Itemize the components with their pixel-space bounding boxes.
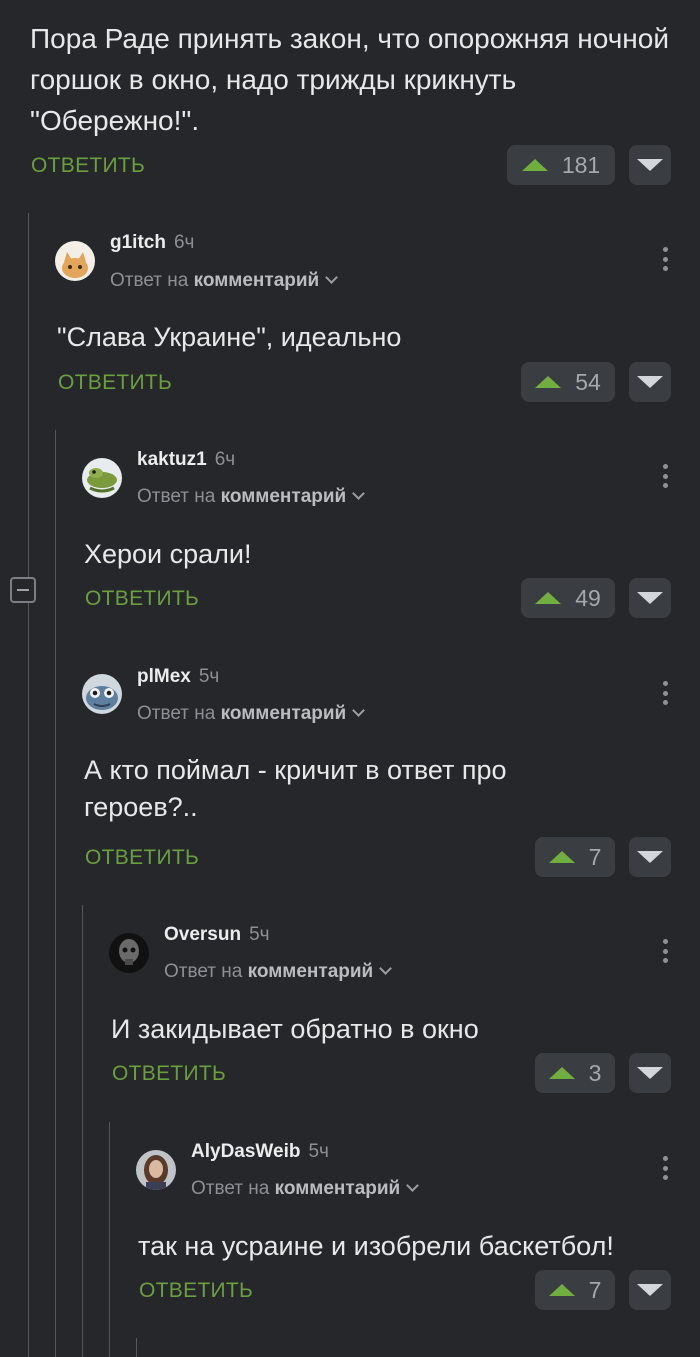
thread-line-level-2 [55,430,56,1357]
thread-line-level-1 [28,213,29,1357]
lizard-avatar-icon [82,458,122,498]
reply-to-target[interactable]: комментарий [221,486,347,507]
upvote-arrow-icon [535,376,562,388]
comment-time: 5ч [198,666,220,687]
vote-count: 7 [588,843,602,870]
downvote-button[interactable] [629,362,671,402]
upvote-arrow-icon [535,592,562,604]
comment-time: 6ч [173,232,195,253]
comment-text: А кто поймал - кричит в ответ про героев… [84,755,507,822]
avatar[interactable] [136,1150,176,1190]
comment-text: так на усраине и изобрели баскетбол! [138,1231,614,1261]
reply-to-target[interactable]: комментарий [248,961,374,982]
reply-to-link[interactable]: Ответ на комментарий [110,270,339,292]
comment-text: И закидывает обратно в окно [111,1014,479,1044]
thread-line-level-5 [136,1338,137,1357]
avatar[interactable] [82,674,122,714]
downvote-button[interactable] [629,578,671,618]
upvote-button[interactable]: 7 [535,837,615,877]
comment-time: 6ч [214,449,236,470]
avatar[interactable] [82,458,122,498]
skull-avatar-icon [109,933,149,973]
reply-to-target[interactable]: комментарий [275,1178,401,1199]
reply-to-prefix: Ответ на [191,1178,270,1199]
creature-avatar-icon [82,674,122,714]
downvote-button[interactable] [629,1270,671,1310]
downvote-arrow-icon [637,376,663,388]
more-options-icon[interactable] [655,244,675,274]
upvote-arrow-icon [548,1067,575,1079]
downvote-button[interactable] [629,837,671,877]
chevron-down-icon [352,487,366,500]
downvote-arrow-icon [637,592,663,604]
reply-to-link[interactable]: Ответ на комментарий [137,703,366,725]
parent-comment-text: Пора Раде принять закон, что опорожняя н… [30,23,669,136]
upvote-button[interactable]: 49 [521,578,615,618]
reply-button[interactable]: ОТВЕТИТЬ [85,846,199,870]
reply-to-target[interactable]: комментарий [221,703,347,724]
upvote-arrow-icon [521,159,548,171]
downvote-arrow-icon [637,159,663,171]
avatar[interactable] [55,241,95,281]
reply-to-link[interactable]: Ответ на комментарий [137,486,366,508]
upvote-button[interactable]: 7 [535,1270,615,1310]
chevron-down-icon [352,704,366,717]
reply-button[interactable]: ОТВЕТИТЬ [31,154,145,178]
more-options-icon[interactable] [655,936,675,966]
downvote-arrow-icon [637,1067,663,1079]
upvote-button[interactable]: 3 [535,1053,615,1093]
reply-to-link[interactable]: Ответ на комментарий [164,961,393,983]
more-options-icon[interactable] [655,461,675,491]
thread-line-level-3 [82,905,83,1357]
vote-count: 54 [575,368,601,395]
upvote-button[interactable]: 181 [507,145,615,185]
cat-avatar-icon [55,241,95,281]
vote-count: 49 [575,584,601,611]
reply-button[interactable]: ОТВЕТИТЬ [112,1062,226,1086]
downvote-button[interactable] [629,1053,671,1093]
collapse-thread-button[interactable] [10,577,36,603]
reply-to-prefix: Ответ на [164,961,243,982]
downvote-button[interactable] [629,145,671,185]
chevron-down-icon [325,271,339,284]
upvote-button[interactable]: 54 [521,362,615,402]
comment-text: "Слава Украине", идеально [57,322,402,352]
more-options-icon[interactable] [655,678,675,708]
comment-time: 5ч [308,1141,329,1162]
portrait-avatar-icon [136,1150,176,1190]
comment-text: Херои срали! [84,539,252,569]
downvote-arrow-icon [637,851,663,863]
vote-count: 3 [588,1059,602,1086]
downvote-arrow-icon [637,1284,663,1296]
upvote-arrow-icon [548,1284,575,1296]
comment-author[interactable]: Oversun [164,924,241,946]
comment-author[interactable]: g1itch [110,232,166,254]
comment-author[interactable]: plMex [137,666,191,688]
comment-author[interactable]: AlyDasWeib [191,1141,300,1163]
chevron-down-icon [379,962,393,975]
chevron-down-icon [406,1179,420,1192]
comment-author[interactable]: kaktuz1 [137,449,207,471]
vote-count: 181 [561,151,601,178]
reply-button[interactable]: ОТВЕТИТЬ [58,371,172,395]
reply-button[interactable]: ОТВЕТИТЬ [85,587,199,611]
upvote-arrow-icon [548,851,575,863]
reply-to-prefix: Ответ на [137,486,216,507]
reply-to-prefix: Ответ на [137,703,216,724]
reply-to-target[interactable]: комментарий [194,270,320,291]
reply-to-link[interactable]: Ответ на комментарий [191,1178,420,1200]
reply-to-prefix: Ответ на [110,270,189,291]
reply-button[interactable]: ОТВЕТИТЬ [139,1279,253,1303]
comment-time: 5ч [249,924,270,945]
thread-line-level-4 [109,1122,110,1357]
avatar[interactable] [109,933,149,973]
vote-count: 7 [588,1276,602,1303]
more-options-icon[interactable] [655,1153,675,1183]
